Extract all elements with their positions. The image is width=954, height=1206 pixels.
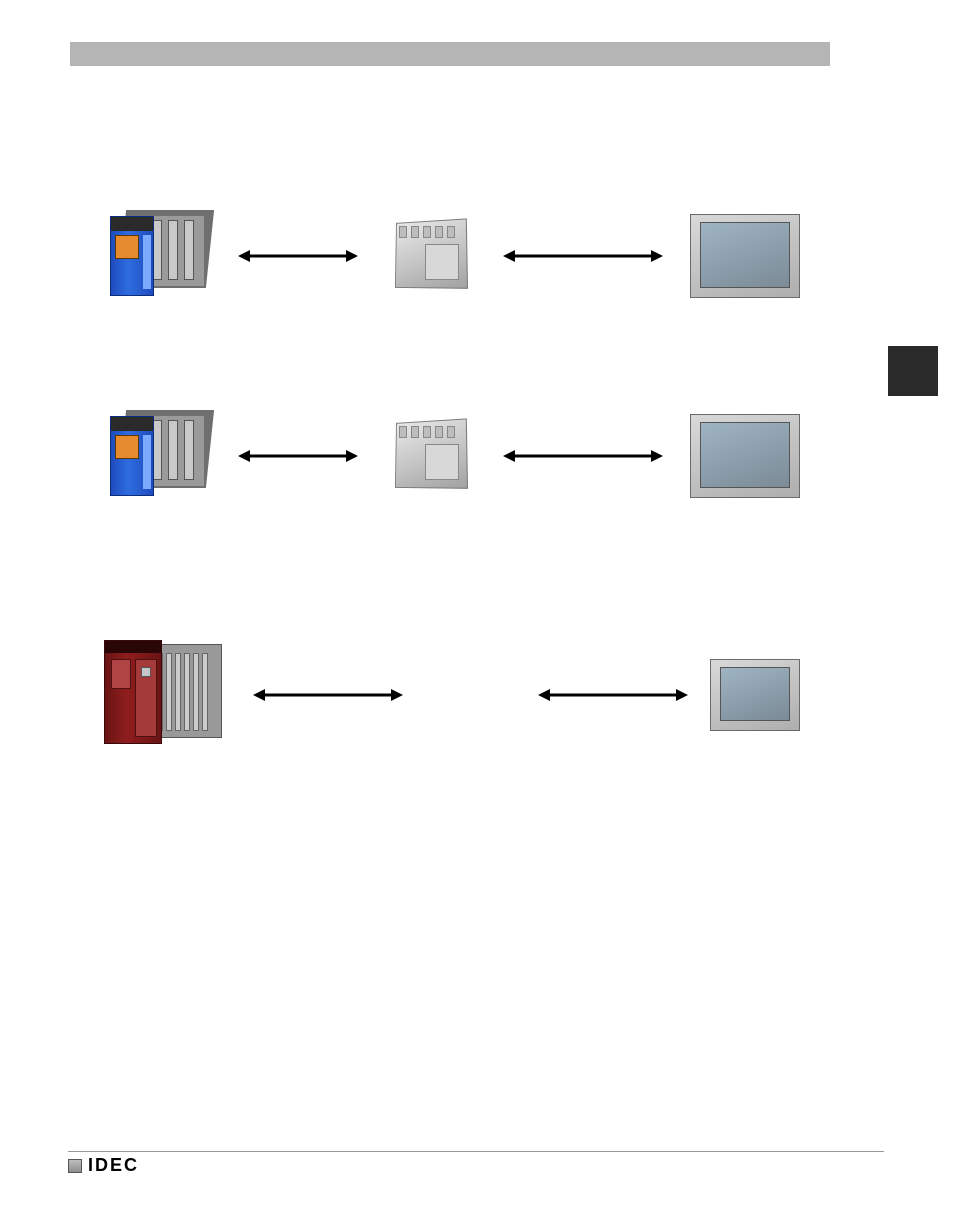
plc-blue-icon xyxy=(100,410,210,502)
header-band-cap xyxy=(830,42,884,66)
hmi-screen-icon xyxy=(690,414,800,498)
double-arrow-icon xyxy=(503,453,663,459)
plc-red-icon xyxy=(100,640,230,750)
footer-divider xyxy=(68,1151,884,1152)
brand-text: IDEC xyxy=(88,1155,139,1176)
diagram-row-3 xyxy=(100,640,800,750)
double-arrow-icon xyxy=(538,692,688,698)
hmi-screen-icon xyxy=(690,214,800,298)
double-arrow-icon xyxy=(253,692,403,698)
double-arrow-icon xyxy=(238,253,358,259)
module-grey-icon xyxy=(385,218,475,294)
header-band xyxy=(70,42,884,66)
hmi-screen-icon xyxy=(710,659,800,731)
double-arrow-icon xyxy=(238,453,358,459)
brand-square-icon xyxy=(68,1159,82,1173)
double-arrow-icon xyxy=(503,253,663,259)
diagram-row-2 xyxy=(100,410,800,502)
side-tab xyxy=(888,346,938,396)
diagram-row-1 xyxy=(100,210,800,302)
diagram-gap xyxy=(425,690,515,700)
footer-brand: IDEC xyxy=(68,1155,139,1176)
module-grey-icon xyxy=(385,418,475,494)
plc-blue-icon xyxy=(100,210,210,302)
